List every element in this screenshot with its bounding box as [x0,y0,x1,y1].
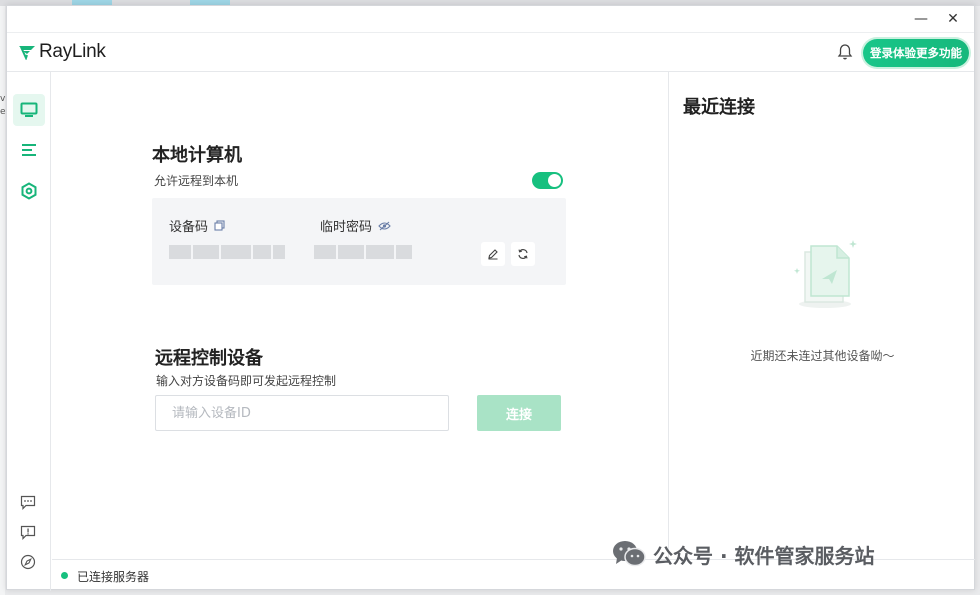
sidebar-item-settings[interactable] [13,175,45,207]
raylink-window: — ✕ RayLink 登录体验更多功能 本地计算机 允许远程到本机 设备码 临… [6,5,975,591]
edit-icon [488,249,498,260]
sidebar-item-remote[interactable] [13,94,45,126]
allow-remote-label: 允许远程到本机 [154,174,239,188]
raylink-logo-icon [19,46,35,60]
app-header: RayLink 登录体验更多功能 [7,33,974,72]
edit-password-button[interactable] [481,242,505,266]
desktop-edge-text: v [0,94,6,104]
raylink-logo: RayLink [18,41,106,63]
notification-bell-icon[interactable] [836,43,854,61]
connection-status-text: 已连接服务器 [77,570,150,584]
app-name: RayLink [39,41,106,62]
temp-password-label: 临时密码 [320,220,373,235]
main-panel: 本地计算机 允许远程到本机 设备码 临时密码 远程控制设备 输入对方设备码即可发… [52,72,668,559]
chat-icon [20,495,36,510]
connection-status-dot [61,572,68,579]
local-computer-title: 本地计算机 [152,145,242,166]
device-code-label-row: 设备码 [169,216,225,235]
recent-connections-panel: 最近连接 近期还未连过其他设备呦～ [668,72,975,559]
title-bar[interactable]: — ✕ [7,6,974,33]
eye-icon[interactable] [378,221,391,231]
compass-icon [20,554,36,570]
credentials-card: 设备码 临时密码 [152,198,566,285]
desktop-edge: v e [0,6,6,595]
settings-hex-icon [21,182,37,200]
feedback-icon [20,525,36,540]
device-code-label: 设备码 [169,220,209,235]
list-icon [22,144,36,156]
device-id-input[interactable] [155,395,449,431]
login-cta-button[interactable]: 登录体验更多功能 [863,39,969,67]
wechat-icon [613,541,646,567]
sidebar [7,72,51,591]
desktop-edge-text: e [0,107,6,117]
recent-empty-text: 近期还未连过其他设备呦～ [750,349,895,363]
refresh-icon [518,249,528,259]
refresh-password-button[interactable] [511,242,535,266]
watermark: 公众号 · 软件管家服务站 [611,539,875,569]
temp-password-value-masked [314,244,414,259]
sidebar-chat-button[interactable] [19,493,37,511]
copy-icon[interactable] [214,220,225,231]
monitor-icon [20,102,38,117]
sidebar-feedback-button[interactable] [19,523,37,541]
recent-connections-title: 最近连接 [683,97,755,118]
empty-file-illustration-icon [787,232,867,312]
minimize-button[interactable]: — [911,10,931,28]
close-button[interactable]: ✕ [943,10,963,28]
connect-button[interactable]: 连接 [477,395,561,431]
watermark-text: 公众号 · 软件管家服务站 [653,543,875,568]
device-code-value-masked [169,244,287,259]
sidebar-item-list[interactable] [13,134,45,166]
sidebar-explore-button[interactable] [19,553,37,571]
allow-remote-toggle[interactable] [532,172,563,189]
remote-control-title: 远程控制设备 [155,348,263,369]
temp-password-label-row: 临时密码 [320,216,391,235]
remote-control-subtitle: 输入对方设备码即可发起远程控制 [156,374,337,388]
